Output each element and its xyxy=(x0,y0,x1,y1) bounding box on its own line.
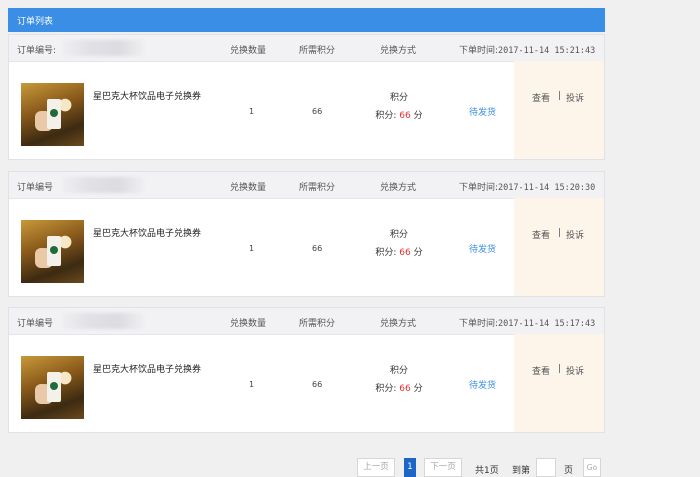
qty-column-header: 兑换数量 xyxy=(230,319,267,329)
method-points-prefix: 积分: xyxy=(375,248,397,258)
product-name[interactable]: 星巴克大杯饮品电子兑换券 xyxy=(93,89,201,102)
points-column-header: 所需积分 xyxy=(299,183,336,193)
complain-button[interactable]: 投诉 xyxy=(566,364,584,377)
order-time-label: 下单时间: xyxy=(459,319,499,329)
order-list-header: 订单列表 xyxy=(8,8,605,32)
order-time-label: 下单时间: xyxy=(459,183,499,193)
order-status[interactable]: 待发货 xyxy=(469,242,496,255)
cup-logo xyxy=(50,246,58,254)
order-time-value: 2017-11-14 15:20:30 xyxy=(498,183,596,193)
method-name: 积分 xyxy=(389,230,408,240)
order-number-redacted xyxy=(63,313,143,329)
points-column-header: 所需积分 xyxy=(299,46,336,56)
view-button[interactable]: 查看 xyxy=(532,364,550,377)
order-qty: 1 xyxy=(249,244,255,253)
order-card: 订单编号 兑换数量 所需积分 兑换方式 下单时间:2017-11-14 15:2… xyxy=(8,171,605,297)
goto-label: 到第 xyxy=(512,466,531,476)
total-pages: 共1页 xyxy=(475,466,499,476)
method-points-prefix: 积分: xyxy=(375,111,397,121)
order-header: 订单编号 兑换数量 所需积分 兑换方式 下单时间:2017-11-14 15:1… xyxy=(9,308,604,335)
order-card: 订单编号 兑换数量 所需积分 兑换方式 下单时间:2017-11-14 15:1… xyxy=(8,307,605,433)
points-column-header: 所需积分 xyxy=(299,319,336,329)
order-number-label: 订单编号 xyxy=(17,183,54,193)
product-image[interactable] xyxy=(21,356,84,419)
order-time-label: 下单时间: xyxy=(459,46,499,56)
order-status[interactable]: 待发货 xyxy=(469,105,496,118)
order-time-value: 2017-11-14 15:17:43 xyxy=(498,319,596,329)
order-number-redacted xyxy=(63,40,143,56)
cup-logo xyxy=(50,109,58,117)
method-points-prefix: 积分: xyxy=(375,384,397,394)
product-image[interactable] xyxy=(21,220,84,283)
method-column-header: 兑换方式 xyxy=(380,46,417,56)
method-points: 积分: 66 分 xyxy=(363,380,435,398)
order-number-redacted xyxy=(63,177,143,193)
method-points: 积分: 66 分 xyxy=(363,244,435,262)
method-column-header: 兑换方式 xyxy=(380,183,417,193)
order-points: 66 xyxy=(312,107,323,116)
cup-logo xyxy=(50,382,58,390)
goto-page-input[interactable] xyxy=(536,458,556,477)
order-header: 订单编号: 兑换数量 所需积分 兑换方式 下单时间:2017-11-14 15:… xyxy=(9,35,604,62)
order-actions: 查看 | 投诉 xyxy=(514,334,604,432)
order-points: 66 xyxy=(312,244,323,253)
method-points-value: 66 xyxy=(399,384,411,394)
method-column-header: 兑换方式 xyxy=(380,319,417,329)
method-name: 积分 xyxy=(389,93,408,103)
complain-button[interactable]: 投诉 xyxy=(566,228,584,241)
product-image[interactable] xyxy=(21,83,84,146)
method-points-unit: 分 xyxy=(413,111,423,121)
view-button[interactable]: 查看 xyxy=(532,228,550,241)
action-separator: | xyxy=(558,91,562,101)
qty-column-header: 兑换数量 xyxy=(230,46,267,56)
method-name: 积分 xyxy=(389,366,408,376)
order-header: 订单编号 兑换数量 所需积分 兑换方式 下单时间:2017-11-14 15:2… xyxy=(9,172,604,199)
method-points: 积分: 66 分 xyxy=(363,107,435,125)
order-method: 积分 积分: 66 分 xyxy=(363,362,435,398)
product-name[interactable]: 星巴克大杯饮品电子兑换券 xyxy=(93,362,201,375)
order-time: 下单时间:2017-11-14 15:20:30 xyxy=(459,180,595,193)
action-separator: | xyxy=(558,228,562,238)
method-points-value: 66 xyxy=(399,111,411,121)
order-number-label: 订单编号 xyxy=(17,319,54,329)
product-name[interactable]: 星巴克大杯饮品电子兑换券 xyxy=(93,226,201,239)
view-button[interactable]: 查看 xyxy=(532,91,550,104)
method-points-value: 66 xyxy=(399,248,411,258)
order-card: 订单编号: 兑换数量 所需积分 兑换方式 下单时间:2017-11-14 15:… xyxy=(8,34,605,160)
order-qty: 1 xyxy=(249,380,255,389)
order-qty: 1 xyxy=(249,107,255,116)
order-status[interactable]: 待发货 xyxy=(469,378,496,391)
order-actions: 查看 | 投诉 xyxy=(514,61,604,159)
order-method: 积分 积分: 66 分 xyxy=(363,89,435,125)
order-list-title: 订单列表 xyxy=(17,17,54,27)
complain-button[interactable]: 投诉 xyxy=(566,91,584,104)
method-points-unit: 分 xyxy=(413,384,423,394)
current-page[interactable]: 1 xyxy=(404,458,416,477)
method-points-unit: 分 xyxy=(413,248,423,258)
order-time: 下单时间:2017-11-14 15:21:43 xyxy=(459,43,595,56)
order-body: 星巴克大杯饮品电子兑换券 1 66 积分 积分: 66 分 待发货 查看 | 投… xyxy=(9,334,604,432)
order-body: 星巴克大杯饮品电子兑换券 1 66 积分 积分: 66 分 待发货 查看 | 投… xyxy=(9,61,604,159)
order-number-label: 订单编号: xyxy=(17,46,57,56)
order-body: 星巴克大杯饮品电子兑换券 1 66 积分 积分: 66 分 待发货 查看 | 投… xyxy=(9,198,604,296)
go-button[interactable]: Go xyxy=(583,458,601,477)
page-unit: 页 xyxy=(564,466,574,476)
order-points: 66 xyxy=(312,380,323,389)
qty-column-header: 兑换数量 xyxy=(230,183,267,193)
order-time-value: 2017-11-14 15:21:43 xyxy=(498,46,596,56)
order-time: 下单时间:2017-11-14 15:17:43 xyxy=(459,316,595,329)
action-separator: | xyxy=(558,364,562,374)
next-page-button[interactable]: 下一页 xyxy=(424,458,462,477)
prev-page-button[interactable]: 上一页 xyxy=(357,458,395,477)
order-actions: 查看 | 投诉 xyxy=(514,198,604,296)
order-method: 积分 积分: 66 分 xyxy=(363,226,435,262)
